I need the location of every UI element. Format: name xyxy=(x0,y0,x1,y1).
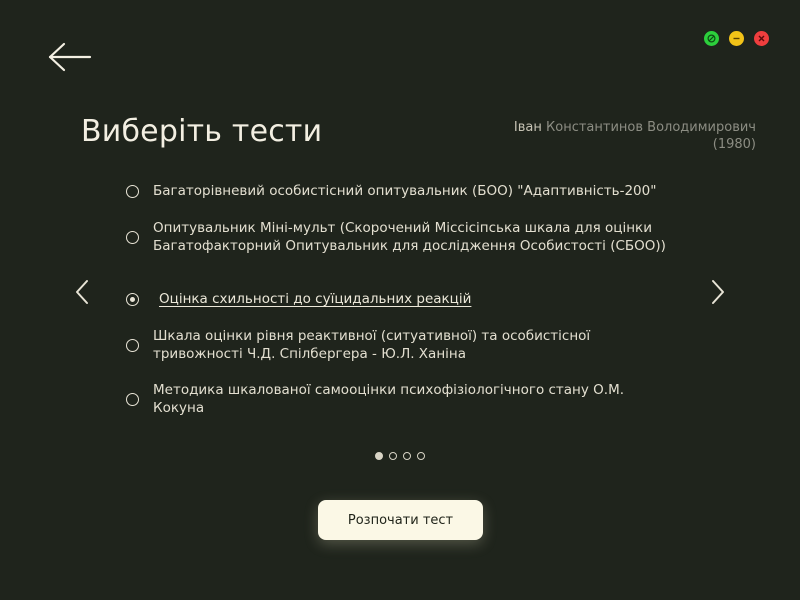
user-name: Іван Константинов Володимирович xyxy=(514,119,756,136)
window-controls xyxy=(704,31,769,46)
pagination-dots xyxy=(375,452,425,460)
radio-button[interactable] xyxy=(126,393,139,406)
test-option-label: Оцінка схильності до суїцидальних реакці… xyxy=(159,291,472,307)
radio-button[interactable] xyxy=(126,185,139,199)
start-test-button[interactable]: Розпочати тест xyxy=(318,500,483,540)
page-dot[interactable] xyxy=(389,452,397,460)
chevron-right-icon[interactable] xyxy=(708,279,728,305)
page-dot[interactable] xyxy=(403,452,411,460)
close-icon xyxy=(758,35,765,42)
arrow-left-icon[interactable] xyxy=(46,40,94,74)
test-option-selected[interactable]: Оцінка схильності до суїцидальних реакці… xyxy=(126,291,686,309)
radio-button[interactable] xyxy=(126,339,139,352)
test-option[interactable]: Шкала оцінки рівня реактивної (ситуативн… xyxy=(126,328,686,363)
test-option-label: Опитувальник Міні-мульт (Скорочений Місс… xyxy=(153,220,666,254)
test-option[interactable]: Методика шкалованої самооцінки психофізі… xyxy=(126,382,686,417)
page-title: Виберіть тести xyxy=(81,114,323,149)
radio-button-checked[interactable] xyxy=(126,293,139,307)
test-option[interactable]: Опитувальник Міні-мульт (Скорочений Місс… xyxy=(126,220,686,255)
test-option-label: Методика шкалованої самооцінки психофізі… xyxy=(153,382,625,416)
maximize-button[interactable] xyxy=(704,31,719,46)
test-option[interactable]: Багаторівневий особистісний опитувальник… xyxy=(126,183,686,201)
page-dot[interactable] xyxy=(417,452,425,460)
expand-icon xyxy=(707,34,716,43)
radio-button[interactable] xyxy=(126,231,139,244)
user-rest-name: Константинов Володимирович xyxy=(546,120,756,135)
close-button[interactable] xyxy=(754,31,769,46)
minimize-button[interactable] xyxy=(729,31,744,46)
page-dot-active[interactable] xyxy=(375,452,383,460)
user-birth-year: (1980) xyxy=(712,137,756,152)
test-option-label: Шкала оцінки рівня реактивної (ситуативн… xyxy=(153,328,591,362)
chevron-left-icon[interactable] xyxy=(72,279,92,305)
app-window: Виберіть тести Іван Константинов Володим… xyxy=(0,0,800,600)
minus-icon xyxy=(733,37,740,40)
test-option-label: Багаторівневий особистісний опитувальник… xyxy=(153,183,657,199)
user-first-name: Іван xyxy=(513,120,542,135)
user-info: Іван Константинов Володимирович (1980) xyxy=(514,119,756,153)
